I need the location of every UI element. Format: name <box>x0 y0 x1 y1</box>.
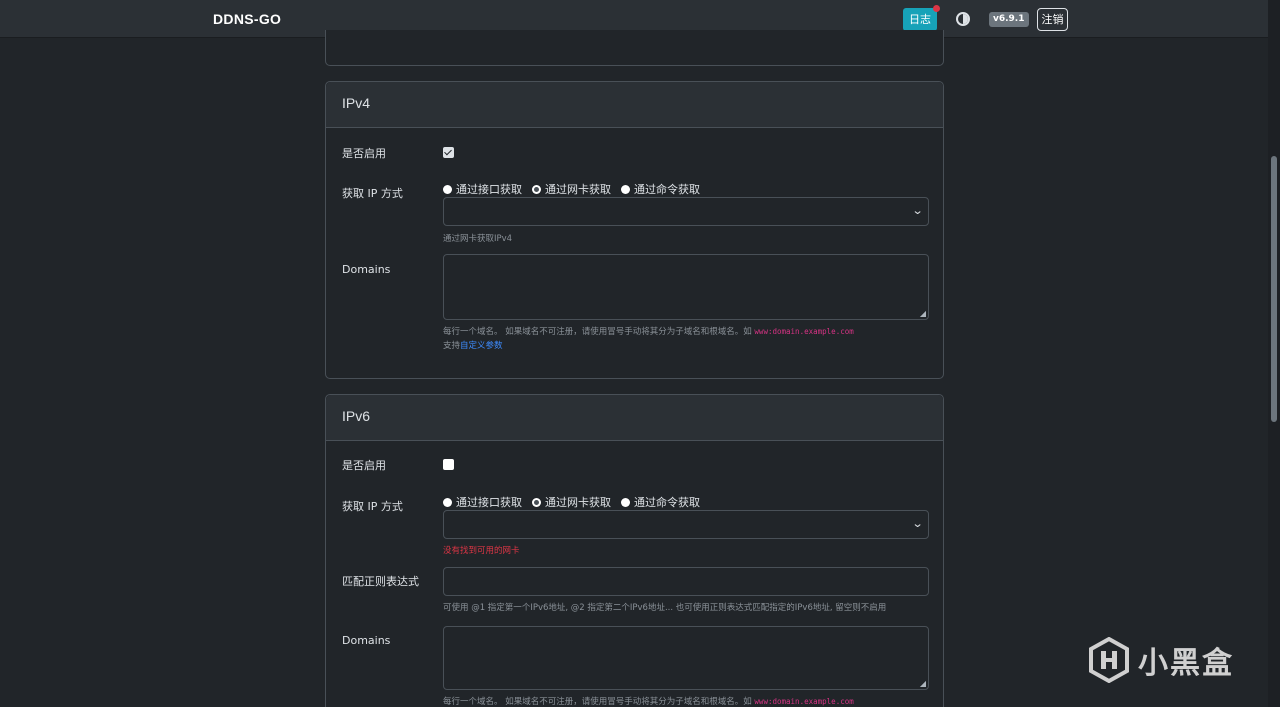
previous-section-card <box>325 30 944 66</box>
custom-params-link[interactable]: 自定义参数 <box>460 341 503 351</box>
ipv6-method-label: 获取 IP 方式 <box>342 500 403 513</box>
chevron-down-icon: ⌄ <box>911 204 924 217</box>
ipv4-enable-label: 是否启用 <box>342 147 386 160</box>
ipv6-enable-label: 是否启用 <box>342 459 386 472</box>
domain-example-code: www:domain.example.com <box>754 697 854 706</box>
log-button[interactable]: 日志 <box>903 5 940 31</box>
ipv6-domains-textarea[interactable]: ◢ <box>443 626 929 690</box>
ipv4-card-title: IPv4 <box>326 82 943 128</box>
brand-title[interactable]: DDNS-GO <box>213 11 281 27</box>
ipv6-nic-error: 没有找到可用的网卡 <box>443 546 520 556</box>
resize-grip-icon[interactable]: ◢ <box>920 309 926 318</box>
ipv6-regex-help: 可使用 @1 指定第一个IPv6地址, @2 指定第二个IPv6地址... 也可… <box>443 603 887 613</box>
ipv4-method-nic[interactable]: 通过网卡获取 <box>532 181 611 197</box>
chevron-down-icon: ⌄ <box>911 517 924 530</box>
page-scrollbar[interactable] <box>1268 0 1280 707</box>
theme-toggle-icon[interactable] <box>956 12 970 26</box>
version-badge[interactable]: v6.9.1 <box>989 12 1029 27</box>
ipv4-method-radios: 通过接口获取 通过网卡获取 通过命令获取 <box>443 181 700 197</box>
scrollbar-thumb[interactable] <box>1271 156 1277 422</box>
ipv6-nic-select[interactable]: ⌄ <box>443 510 929 539</box>
ipv4-nic-help: 通过网卡获取IPv4 <box>443 234 513 244</box>
ipv6-method-api[interactable]: 通过接口获取 <box>443 494 522 510</box>
ipv6-card-title: IPv6 <box>326 395 943 441</box>
notification-dot <box>933 5 940 12</box>
ipv4-domains-help: 每行一个域名。 如果域名不可注册，请使用冒号手动将其分为子域名和根域名。如 ww… <box>443 327 854 337</box>
ipv4-nic-select[interactable]: ⌄ <box>443 197 929 226</box>
ipv6-domains-help: 每行一个域名。 如果域名不可注册，请使用冒号手动将其分为子域名和根域名。如 ww… <box>443 697 854 707</box>
ipv6-method-nic[interactable]: 通过网卡获取 <box>532 494 611 510</box>
watermark: 小黑盒 <box>1088 637 1234 683</box>
ipv6-method-radios: 通过接口获取 通过网卡获取 通过命令获取 <box>443 494 700 510</box>
ipv4-method-api[interactable]: 通过接口获取 <box>443 181 522 197</box>
ipv4-card: IPv4 是否启用 获取 IP 方式 通过接口获取 通过网卡获取 通过命令获取 … <box>325 81 944 379</box>
domain-example-code: www:domain.example.com <box>754 327 854 336</box>
log-button-label: 日志 <box>909 13 931 26</box>
watermark-text: 小黑盒 <box>1138 646 1234 681</box>
ipv6-method-cmd[interactable]: 通过命令获取 <box>621 494 700 510</box>
ipv6-domains-label: Domains <box>342 634 391 647</box>
ipv6-regex-input[interactable] <box>443 567 929 596</box>
ipv6-enable-checkbox[interactable] <box>443 459 454 470</box>
heybox-logo-icon <box>1089 637 1129 683</box>
logout-button[interactable]: 注销 <box>1037 8 1068 31</box>
resize-grip-icon[interactable]: ◢ <box>920 679 926 688</box>
ipv6-card: IPv6 是否启用 获取 IP 方式 通过接口获取 通过网卡获取 通过命令获取 … <box>325 394 944 707</box>
ipv4-method-label: 获取 IP 方式 <box>342 187 403 200</box>
ipv6-regex-label: 匹配正则表达式 <box>342 575 419 588</box>
ipv4-custom-params-help: 支持自定义参数 <box>443 341 503 351</box>
ipv4-domains-label: Domains <box>342 263 391 276</box>
ipv4-method-cmd[interactable]: 通过命令获取 <box>621 181 700 197</box>
ipv4-domains-textarea[interactable]: ◢ <box>443 254 929 320</box>
ipv4-enable-checkbox[interactable] <box>443 147 454 158</box>
